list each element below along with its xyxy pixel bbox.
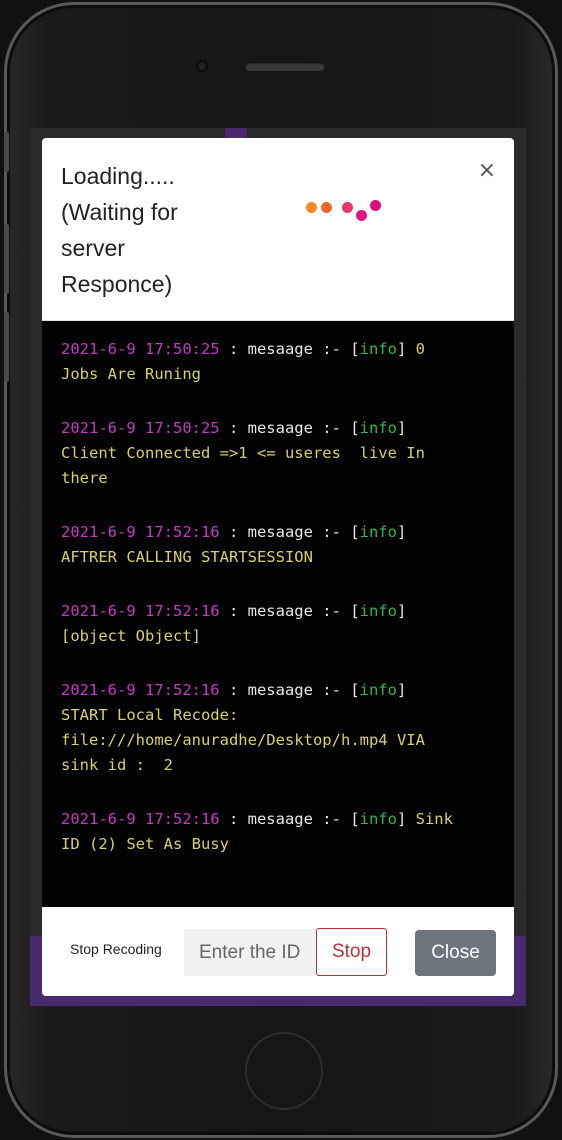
modal-title-line: Loading..... [61, 163, 175, 189]
log-label-close: ] [396, 810, 407, 828]
loader-dot [342, 202, 353, 213]
log-message: [object Object] [61, 627, 201, 645]
log-entry: 2021-6-9 17:50:25 : mesaage :- [info] Cl… [61, 416, 501, 491]
loading-modal: Loading..... (Waiting for server Responc… [42, 138, 514, 996]
log-console[interactable]: 2021-6-9 17:50:25 : mesaage :- [info] 0 … [42, 321, 514, 907]
stop-recording-label: Stop Recoding [70, 941, 162, 957]
close-button[interactable]: Close [415, 930, 496, 976]
log-label: : mesaage :- [ [219, 602, 360, 620]
log-timestamp: 2021-6-9 17:50:25 [61, 340, 220, 358]
modal-title: Loading..... (Waiting for server Responc… [61, 158, 231, 302]
log-entry: 2021-6-9 17:52:16 : mesaage :- [info] ST… [61, 678, 501, 778]
loader-dot [306, 202, 317, 213]
log-label-close: ] [396, 602, 407, 620]
stop-button[interactable]: Stop [316, 928, 387, 976]
modal-header: Loading..... (Waiting for server Responc… [42, 138, 514, 321]
log-entry: 2021-6-9 17:52:16 : mesaage :- [info] AF… [61, 520, 501, 570]
log-label: : mesaage :- [ [219, 340, 360, 358]
log-level-tag: info [359, 602, 397, 620]
loader-dot [370, 200, 381, 211]
loader-dot [321, 202, 332, 213]
modal-title-line: server [61, 235, 125, 261]
log-entry: 2021-6-9 17:50:25 : mesaage :- [info] 0 … [61, 337, 501, 387]
log-message: AFTRER CALLING STARTSESSION [61, 548, 313, 566]
log-entry: 2021-6-9 17:52:16 : mesaage :- [info] [o… [61, 599, 501, 649]
loading-spinner-dots [306, 196, 386, 226]
log-label: : mesaage :- [ [219, 419, 360, 437]
log-message: START Local Recode: file:///home/anuradh… [61, 706, 425, 774]
log-timestamp: 2021-6-9 17:50:25 [61, 419, 220, 437]
front-camera [196, 60, 208, 72]
log-timestamp: 2021-6-9 17:52:16 [61, 810, 220, 828]
home-button[interactable] [245, 1032, 323, 1110]
close-icon[interactable]: × [478, 160, 496, 182]
earpiece-speaker [245, 62, 325, 71]
volume-up-button [4, 224, 9, 294]
mute-switch [4, 132, 9, 172]
loader-dot [356, 210, 367, 221]
log-label-close: ] [396, 523, 407, 541]
log-label: : mesaage :- [ [219, 523, 360, 541]
log-timestamp: 2021-6-9 17:52:16 [61, 523, 220, 541]
log-label-close: ] [396, 681, 407, 699]
log-label: : mesaage :- [ [219, 681, 360, 699]
log-level-tag: info [359, 523, 397, 541]
log-level-tag: info [359, 419, 397, 437]
modal-title-line: (Waiting for [61, 199, 178, 225]
log-timestamp: 2021-6-9 17:52:16 [61, 681, 220, 699]
volume-down-button [4, 312, 9, 382]
log-label: : mesaage :- [ [219, 810, 360, 828]
log-level-tag: info [359, 810, 397, 828]
log-message: Client Connected =>1 <= useres live In t… [61, 444, 425, 487]
modal-footer: Stop Recoding Stop Close [42, 907, 514, 996]
log-entry: 2021-6-9 17:52:16 : mesaage :- [info] Si… [61, 807, 501, 857]
modal-title-line: Responce) [61, 271, 173, 297]
log-level-tag: info [359, 681, 397, 699]
log-label-close: ] [396, 419, 407, 437]
log-timestamp: 2021-6-9 17:52:16 [61, 602, 220, 620]
recording-id-input[interactable] [184, 929, 318, 976]
log-label-close: ] [396, 340, 407, 358]
log-level-tag: info [359, 340, 397, 358]
